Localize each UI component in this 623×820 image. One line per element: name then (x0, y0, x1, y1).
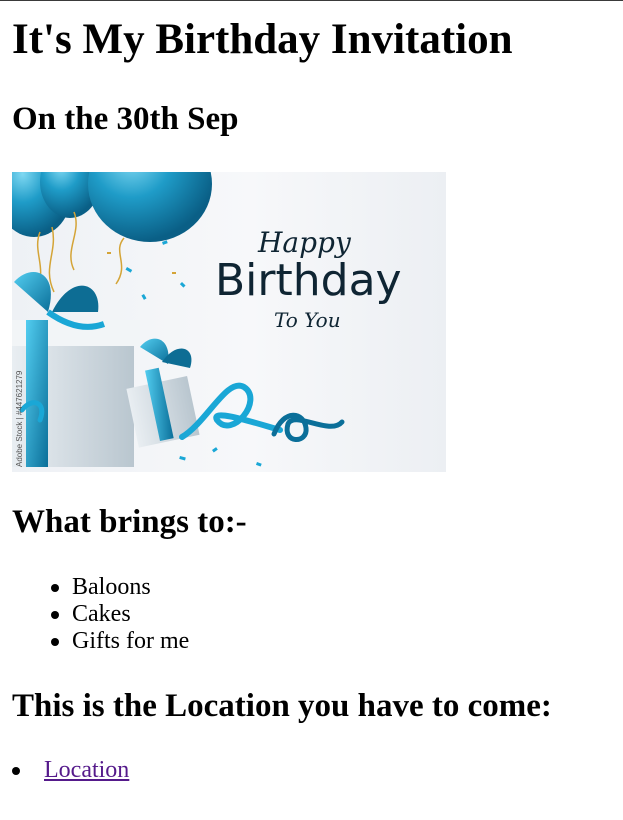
list-item-label: Gifts for me (72, 628, 190, 654)
list-item-label: Baloons (72, 574, 151, 600)
birthday-illustration: Adobe Stock | #447621279 Happy Birthday … (12, 172, 402, 467)
stock-watermark: Adobe Stock | #447621279 (15, 370, 24, 467)
list-item: Cakes (48, 601, 189, 628)
gift-box-large (12, 272, 140, 467)
bring-items-list: Baloons Cakes Gifts for me (48, 574, 189, 655)
bullet-icon (12, 767, 20, 775)
bullet-icon (51, 584, 59, 592)
birthday-banner-image: Adobe Stock | #447621279 Happy Birthday … (12, 172, 446, 472)
bullet-icon (51, 638, 59, 646)
brings-heading: What brings to:- (12, 504, 247, 540)
balloons-graphic (12, 172, 212, 293)
list-item-label: Cakes (72, 601, 131, 627)
list-item: Baloons (48, 574, 189, 601)
page-title: It's My Birthday Invitation (12, 16, 513, 63)
banner-birthday-text: Birthday (215, 255, 402, 306)
list-item: Gifts for me (48, 628, 189, 655)
window-top-border (0, 0, 623, 1)
banner-to-you-text: To You (274, 308, 341, 332)
bullet-icon (51, 611, 59, 619)
date-heading: On the 30th Sep (12, 101, 239, 137)
location-heading: This is the Location you have to come: (12, 688, 552, 724)
location-link[interactable]: Location (44, 757, 129, 784)
